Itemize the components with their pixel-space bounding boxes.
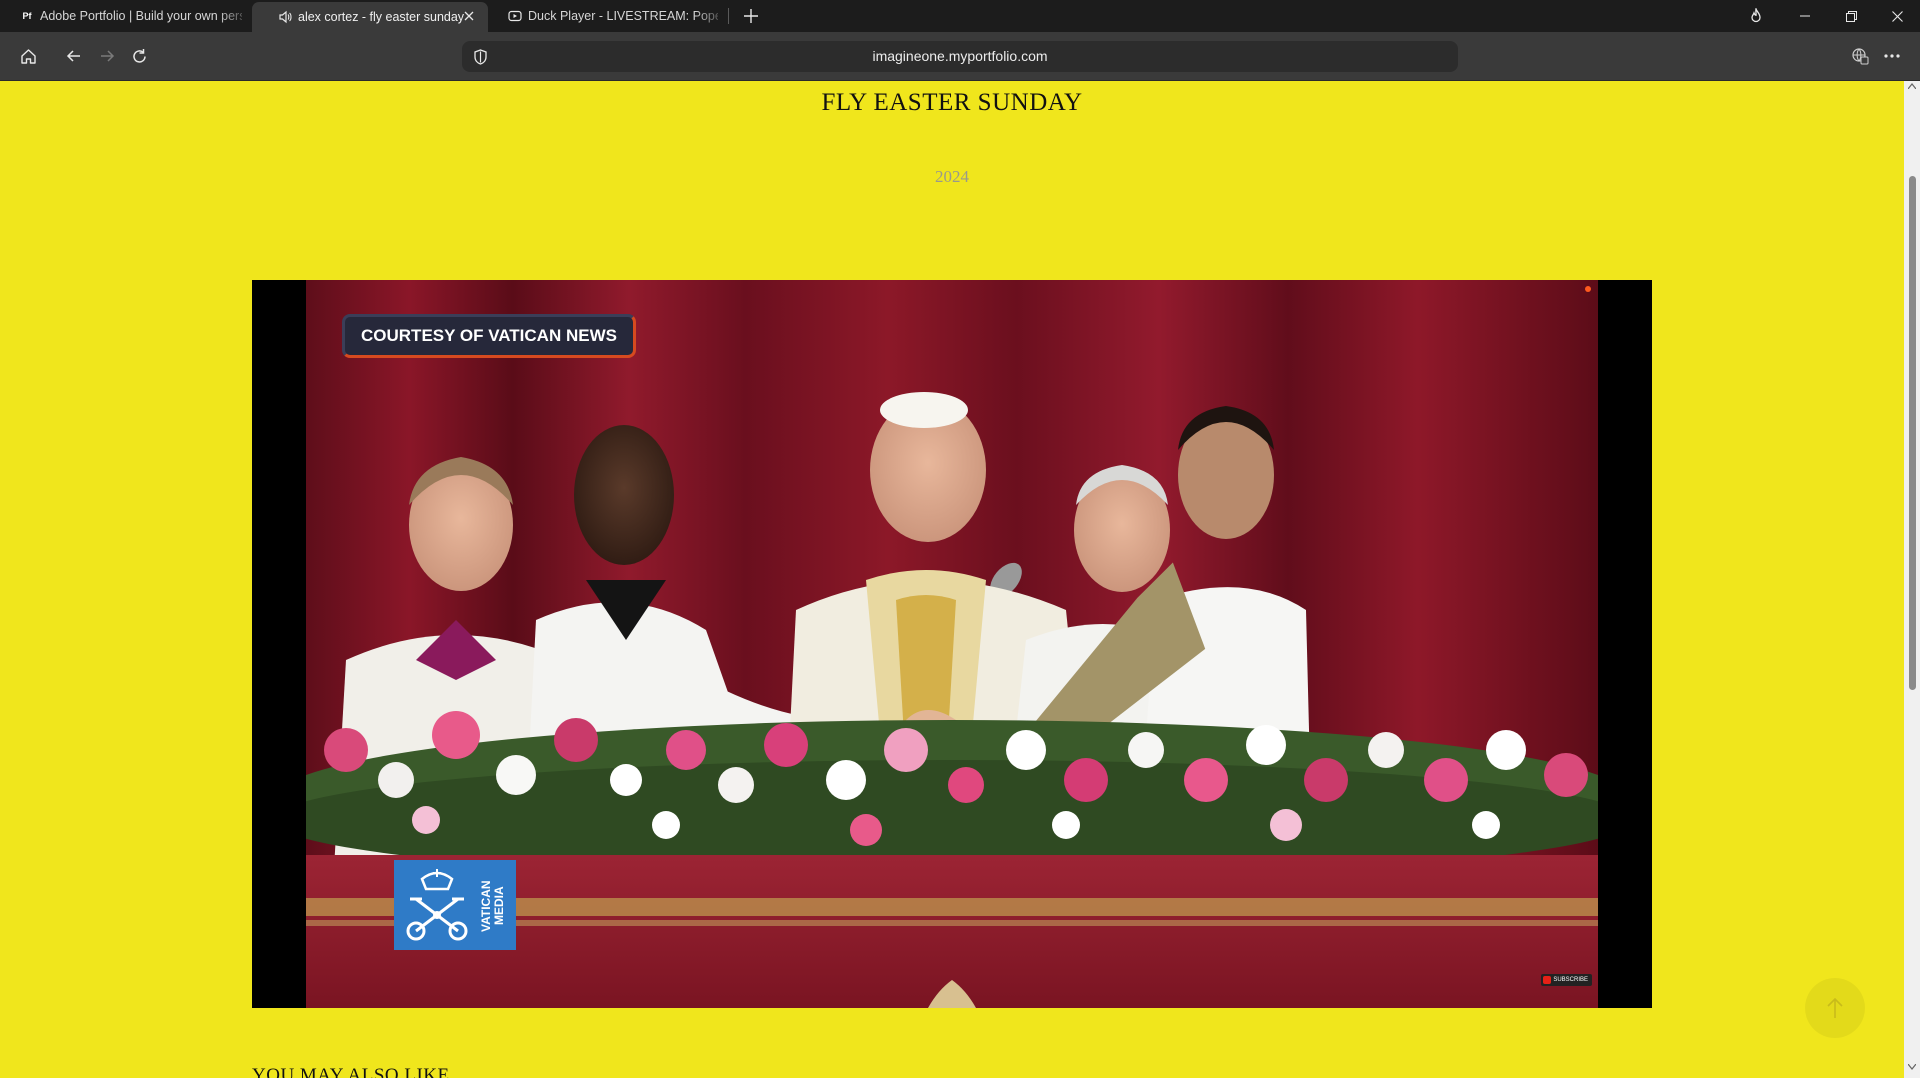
tab-alex-cortez[interactable]: alex cortez - fly easter sunday	[252, 2, 488, 32]
tab-title: alex cortez - fly easter sunday	[298, 10, 465, 24]
tab-adobe-portfolio[interactable]: Pf Adobe Portfolio | Build your own pers…	[0, 0, 252, 32]
fire-icon	[1751, 8, 1761, 23]
close-icon[interactable]	[462, 9, 476, 23]
vatican-media-logo: VATICAN MEDIA	[394, 860, 516, 950]
duck-player-icon	[508, 9, 522, 23]
menu-button[interactable]	[1876, 40, 1908, 72]
scroll-down-arrow-icon[interactable]	[1904, 1064, 1920, 1076]
tab-separator	[728, 8, 729, 24]
project-year: 2024	[935, 167, 969, 186]
minimize-button[interactable]	[1782, 0, 1828, 32]
window-controls	[1782, 0, 1920, 32]
tab-title: Adobe Portfolio | Build your own persona…	[40, 9, 242, 23]
related-section-heading: YOU MAY ALSO LIKE	[252, 1065, 450, 1078]
tab-strip: Pf Adobe Portfolio | Build your own pers…	[0, 0, 1920, 32]
speaker-icon[interactable]	[278, 10, 292, 24]
subscribe-badge[interactable]: SUBSCRIBE	[1541, 974, 1592, 986]
url-text[interactable]: imagineone.myportfolio.com	[462, 48, 1458, 64]
adobe-portfolio-icon: Pf	[20, 9, 34, 23]
papal-keys-icon	[394, 860, 480, 950]
plus-icon	[744, 9, 758, 23]
address-bar[interactable]: imagineone.myportfolio.com	[462, 41, 1458, 72]
back-to-top-button[interactable]	[1805, 978, 1865, 1038]
more-dots-icon	[1884, 54, 1900, 58]
page-title: FLY EASTER SUNDAY	[821, 89, 1083, 116]
adobe-portfolio-favicon-text: Pf	[22, 11, 32, 21]
vatican-media-text: VATICAN MEDIA	[479, 880, 506, 932]
web-tracking-button[interactable]	[1844, 40, 1876, 72]
tab-duck-player[interactable]: Duck Player - LIVESTREAM: Pope Francis	[488, 0, 728, 32]
arrow-up-icon	[1827, 997, 1843, 1018]
courtesy-badge: COURTESY OF VATICAN NEWS	[342, 314, 636, 358]
page-content: FLY EASTER SUNDAY 2024 COURTESY OF VATIC…	[0, 81, 1904, 1078]
reload-icon	[132, 48, 146, 63]
back-arrow-icon	[66, 50, 80, 62]
globe-shield-icon	[1852, 48, 1869, 65]
restore-button[interactable]	[1828, 0, 1874, 32]
scroll-up-arrow-icon[interactable]	[1904, 83, 1920, 95]
page-scrollbar[interactable]	[1904, 81, 1920, 1078]
fire-button[interactable]	[1736, 0, 1776, 32]
close-window-icon	[1891, 10, 1903, 22]
video-frame[interactable]: COURTESY OF VATICAN NEWS VATICAN MEDIA S…	[306, 280, 1598, 1008]
forward-button[interactable]	[91, 40, 123, 72]
home-icon	[20, 48, 36, 64]
tab-title: Duck Player - LIVESTREAM: Pope Francis	[528, 9, 718, 23]
navigation-toolbar: imagineone.myportfolio.com	[0, 32, 1920, 81]
back-button[interactable]	[58, 40, 90, 72]
minimize-icon	[1800, 15, 1810, 17]
new-tab-button[interactable]	[735, 0, 767, 32]
video-player[interactable]: COURTESY OF VATICAN NEWS VATICAN MEDIA S…	[252, 280, 1652, 1008]
forward-arrow-icon	[101, 50, 115, 62]
reload-button[interactable]	[123, 40, 155, 72]
scrollbar-thumb[interactable]	[1909, 176, 1916, 690]
restore-icon	[1845, 10, 1857, 22]
close-window-button[interactable]	[1874, 0, 1920, 32]
live-indicator-dot	[1585, 286, 1591, 292]
home-button[interactable]	[12, 40, 44, 72]
